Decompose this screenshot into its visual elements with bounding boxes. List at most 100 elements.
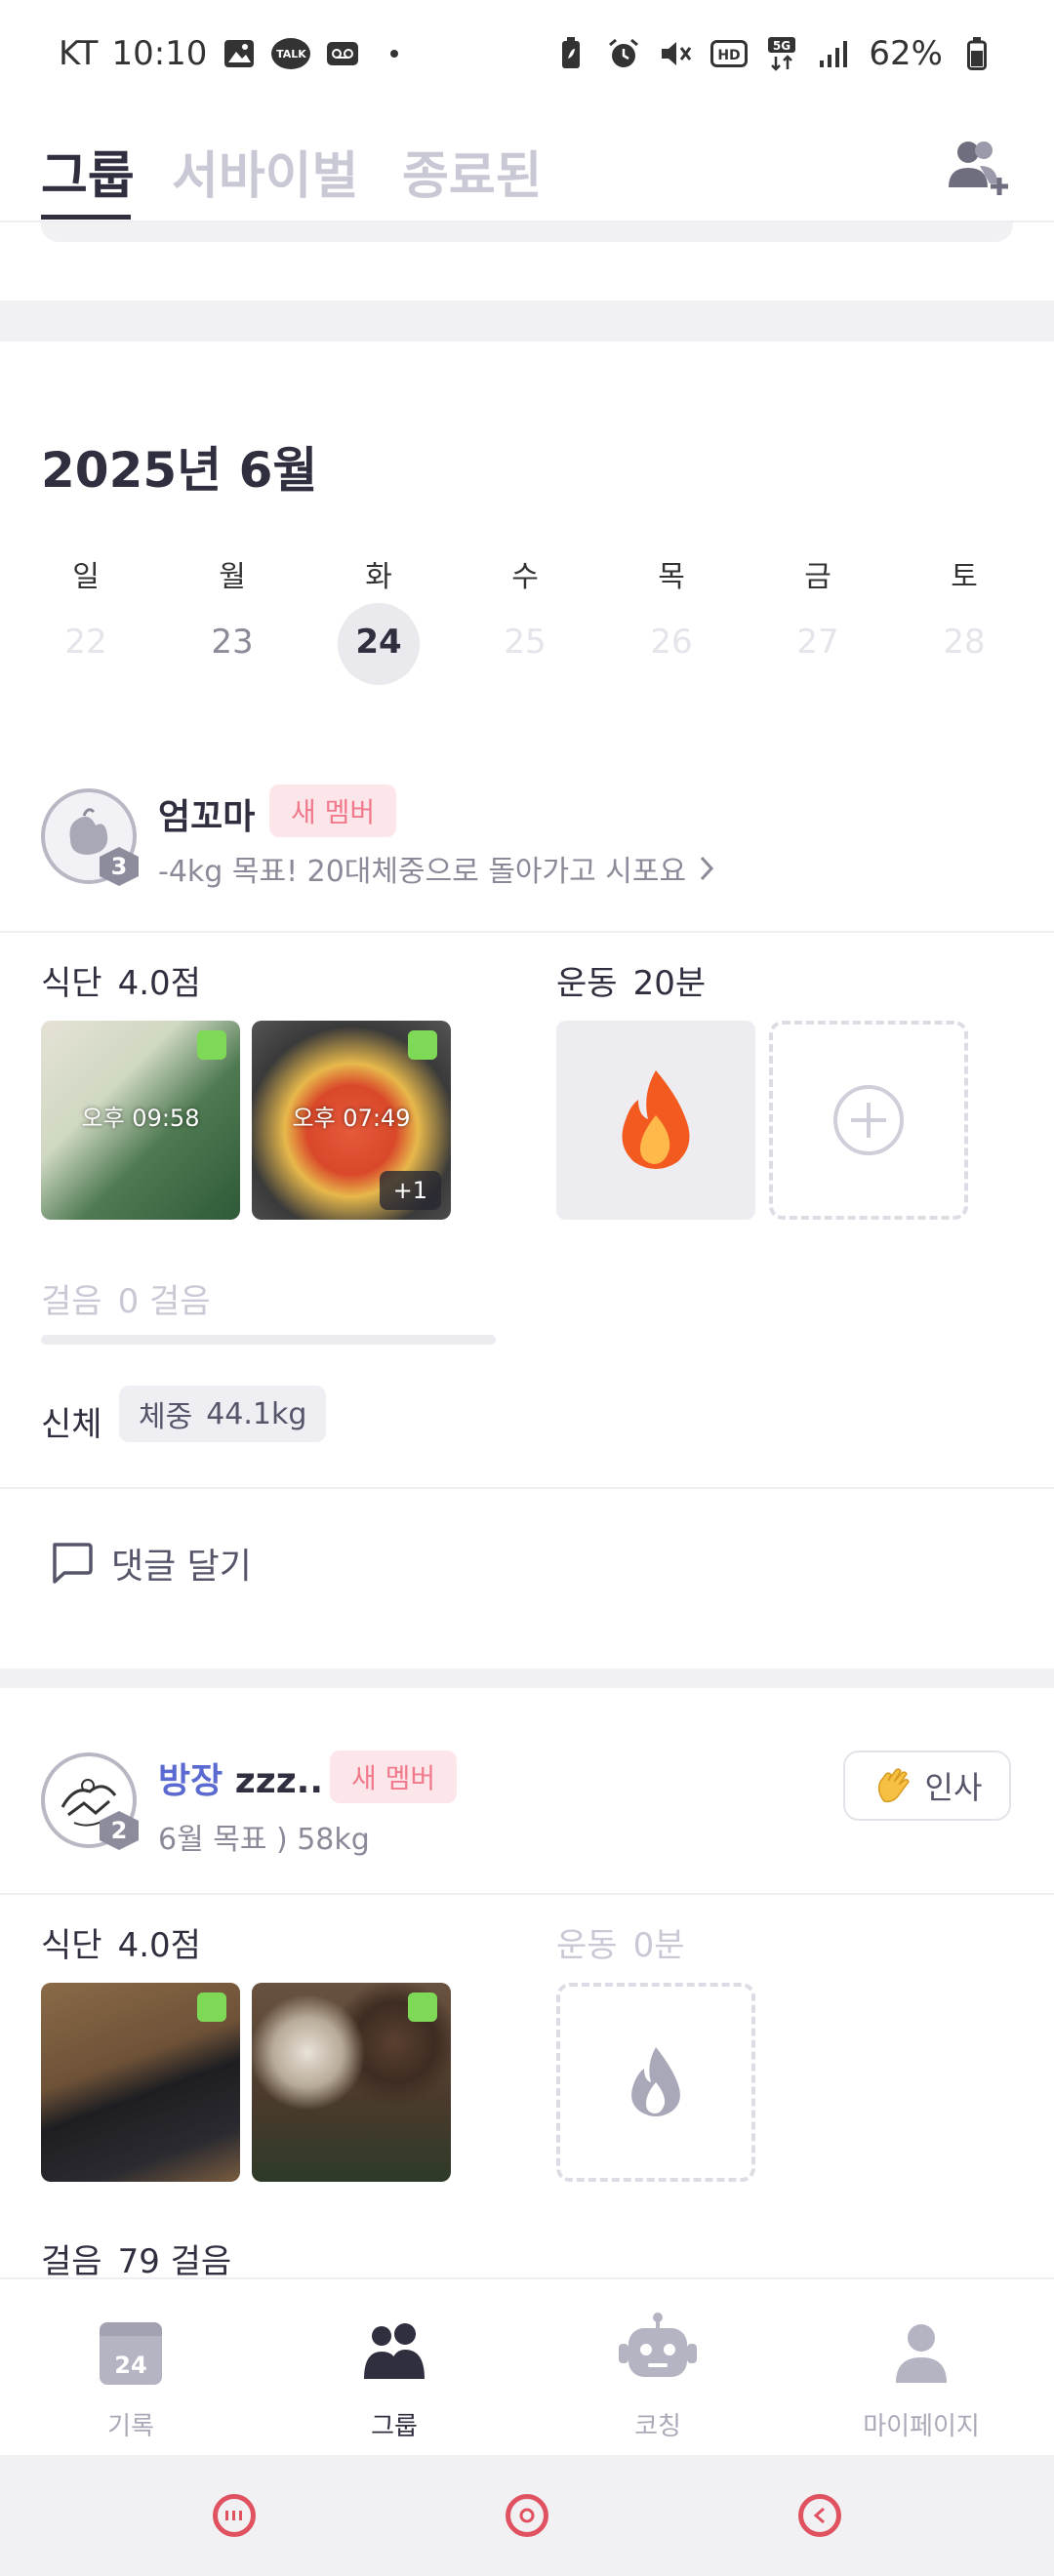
clock: 10:10 bbox=[111, 34, 208, 73]
steps-progress-bar bbox=[41, 1335, 496, 1345]
kakaotalk-icon: TALK bbox=[271, 38, 311, 69]
fire-icon bbox=[622, 1070, 690, 1169]
meal-photo[interactable] bbox=[252, 1983, 451, 2182]
divider bbox=[0, 1893, 1054, 1895]
divider bbox=[0, 931, 1054, 933]
weekday-wed: 수 bbox=[511, 560, 539, 594]
steps-count: 걸음 0 걸음 bbox=[41, 1282, 211, 1321]
calendar-day[interactable]: 27 bbox=[779, 623, 857, 662]
member-goal[interactable]: 6월 목표 ) 58kg bbox=[158, 1815, 370, 1858]
calendar-day[interactable]: 22 bbox=[47, 623, 125, 662]
calendar-month-title: 2025년 6월 bbox=[41, 442, 318, 499]
comment-button[interactable]: 댓글 달기 bbox=[49, 1538, 252, 1589]
nav-coaching[interactable]: 코칭 bbox=[560, 2307, 755, 2442]
meal-check-icon bbox=[197, 1030, 226, 1060]
meal-check-icon bbox=[408, 1030, 437, 1060]
5g-signal-icon: 5G bbox=[763, 35, 800, 72]
section-divider bbox=[0, 1669, 1054, 1688]
meal-check-icon bbox=[408, 1992, 437, 2022]
exercise-entry[interactable] bbox=[556, 1021, 755, 1220]
comment-label: 댓글 달기 bbox=[111, 1547, 252, 1587]
section-divider bbox=[0, 301, 1054, 342]
steps-count: 걸음 79 걸음 bbox=[41, 2242, 232, 2281]
person-icon bbox=[896, 2324, 947, 2383]
member-goal[interactable]: -4kg 목표! 20대체중으로 돌아가고 시포요 bbox=[158, 847, 715, 890]
host-label: 방장 bbox=[158, 1761, 223, 1801]
battery-saver-icon bbox=[552, 35, 589, 72]
nav-group-label: 그룹 bbox=[371, 2412, 418, 2441]
meal-photo-time: 오후 09:58 bbox=[81, 1105, 200, 1132]
member-name[interactable]: 엄꼬마 bbox=[158, 788, 255, 839]
calendar-day[interactable]: 28 bbox=[925, 623, 1003, 662]
calendar-icon: 24 bbox=[100, 2322, 162, 2385]
carrier-label: KT bbox=[59, 34, 99, 73]
member-goal-text: -4kg 목표! 20대체중으로 돌아가고 시포요 bbox=[158, 855, 687, 889]
back-icon[interactable] bbox=[798, 2494, 841, 2537]
bottom-navigation: 24 기록 그룹 코칭 마이페이지 bbox=[0, 2277, 1054, 2455]
weekday-tue: 화 bbox=[365, 560, 392, 594]
comment-icon bbox=[53, 1543, 93, 1584]
greet-label: 인사 bbox=[924, 1769, 983, 1806]
add-member-icon[interactable] bbox=[947, 139, 1011, 197]
weekday-fri: 금 bbox=[804, 560, 831, 594]
meal-photo[interactable]: 오후 09:58 bbox=[41, 1021, 240, 1220]
recent-apps-icon[interactable] bbox=[213, 2494, 256, 2537]
weekday-sat: 토 bbox=[951, 560, 978, 594]
cell-signal-icon bbox=[816, 35, 853, 72]
home-icon[interactable] bbox=[506, 2494, 548, 2537]
mute-icon bbox=[658, 35, 695, 72]
status-bar: KT 10:10 TALK HD 5G 62% bbox=[0, 0, 1054, 107]
nav-mypage[interactable]: 마이페이지 bbox=[824, 2307, 1019, 2442]
calendar-day[interactable]: 23 bbox=[193, 623, 271, 662]
calendar-day-today[interactable]: 24 bbox=[340, 623, 418, 662]
tab-survival[interactable]: 서바이벌 bbox=[172, 135, 358, 208]
member-name-text: zzz.. bbox=[234, 1761, 324, 1801]
nav-mypage-label: 마이페이지 bbox=[863, 2412, 980, 2441]
meal-photo-time: 오후 07:49 bbox=[292, 1105, 411, 1132]
group-icon bbox=[364, 2323, 425, 2379]
weekday-sun: 일 bbox=[72, 560, 100, 594]
notification-dot-icon bbox=[390, 50, 399, 58]
robot-icon bbox=[619, 2313, 697, 2377]
greet-button[interactable]: 인사 bbox=[843, 1751, 1011, 1821]
body-label: 신체 bbox=[41, 1405, 102, 1444]
active-tab-indicator bbox=[41, 215, 131, 220]
weight-chip[interactable]: 체중 44.1kg bbox=[119, 1386, 327, 1442]
add-exercise-button[interactable] bbox=[769, 1021, 968, 1220]
previous-card-edge bbox=[41, 222, 1013, 242]
exercise-time: 운동 0분 bbox=[556, 1926, 685, 1965]
svg-text:HD: HD bbox=[718, 48, 741, 63]
tab-group[interactable]: 그룹 bbox=[41, 135, 135, 208]
chevron-right-icon bbox=[700, 856, 714, 881]
calendar-day[interactable]: 26 bbox=[632, 623, 710, 662]
weight-value: 44.1kg bbox=[206, 1396, 307, 1431]
exercise-entry-empty[interactable] bbox=[556, 1983, 755, 2182]
weight-label: 체중 bbox=[139, 1400, 193, 1434]
meal-check-icon bbox=[197, 1992, 226, 2022]
diet-score: 식단 4.0점 bbox=[41, 1926, 201, 1965]
nav-group[interactable]: 그룹 bbox=[297, 2307, 492, 2442]
battery-percent: 62% bbox=[869, 34, 943, 73]
nav-coaching-label: 코칭 bbox=[634, 2412, 681, 2441]
weekday-thu: 목 bbox=[658, 560, 685, 594]
meal-photo[interactable] bbox=[41, 1983, 240, 2182]
waving-hand-icon bbox=[877, 1768, 910, 1803]
more-photos-count: +1 bbox=[379, 1171, 441, 1210]
top-tab-bar: 그룹 서바이벌 종료된 bbox=[0, 107, 1054, 222]
battery-icon bbox=[958, 35, 995, 72]
hd-voice-icon: HD bbox=[710, 35, 749, 72]
voicemail-icon bbox=[324, 35, 361, 72]
exercise-time: 운동 20분 bbox=[556, 964, 707, 1003]
member-name[interactable]: 방장 zzz.. bbox=[158, 1752, 323, 1803]
divider bbox=[0, 1487, 1054, 1489]
nav-record[interactable]: 24 기록 bbox=[33, 2307, 228, 2442]
svg-text:5G: 5G bbox=[773, 39, 790, 53]
plus-icon bbox=[833, 1085, 904, 1155]
nav-record-label: 기록 bbox=[107, 2412, 154, 2441]
alarm-icon bbox=[605, 35, 642, 72]
new-member-badge: 새 멤버 bbox=[269, 785, 397, 837]
meal-photo[interactable]: 오후 07:49 +1 bbox=[252, 1021, 451, 1220]
tab-ended[interactable]: 종료된 bbox=[402, 135, 543, 208]
gallery-icon bbox=[221, 35, 258, 72]
calendar-day[interactable]: 25 bbox=[486, 623, 564, 662]
